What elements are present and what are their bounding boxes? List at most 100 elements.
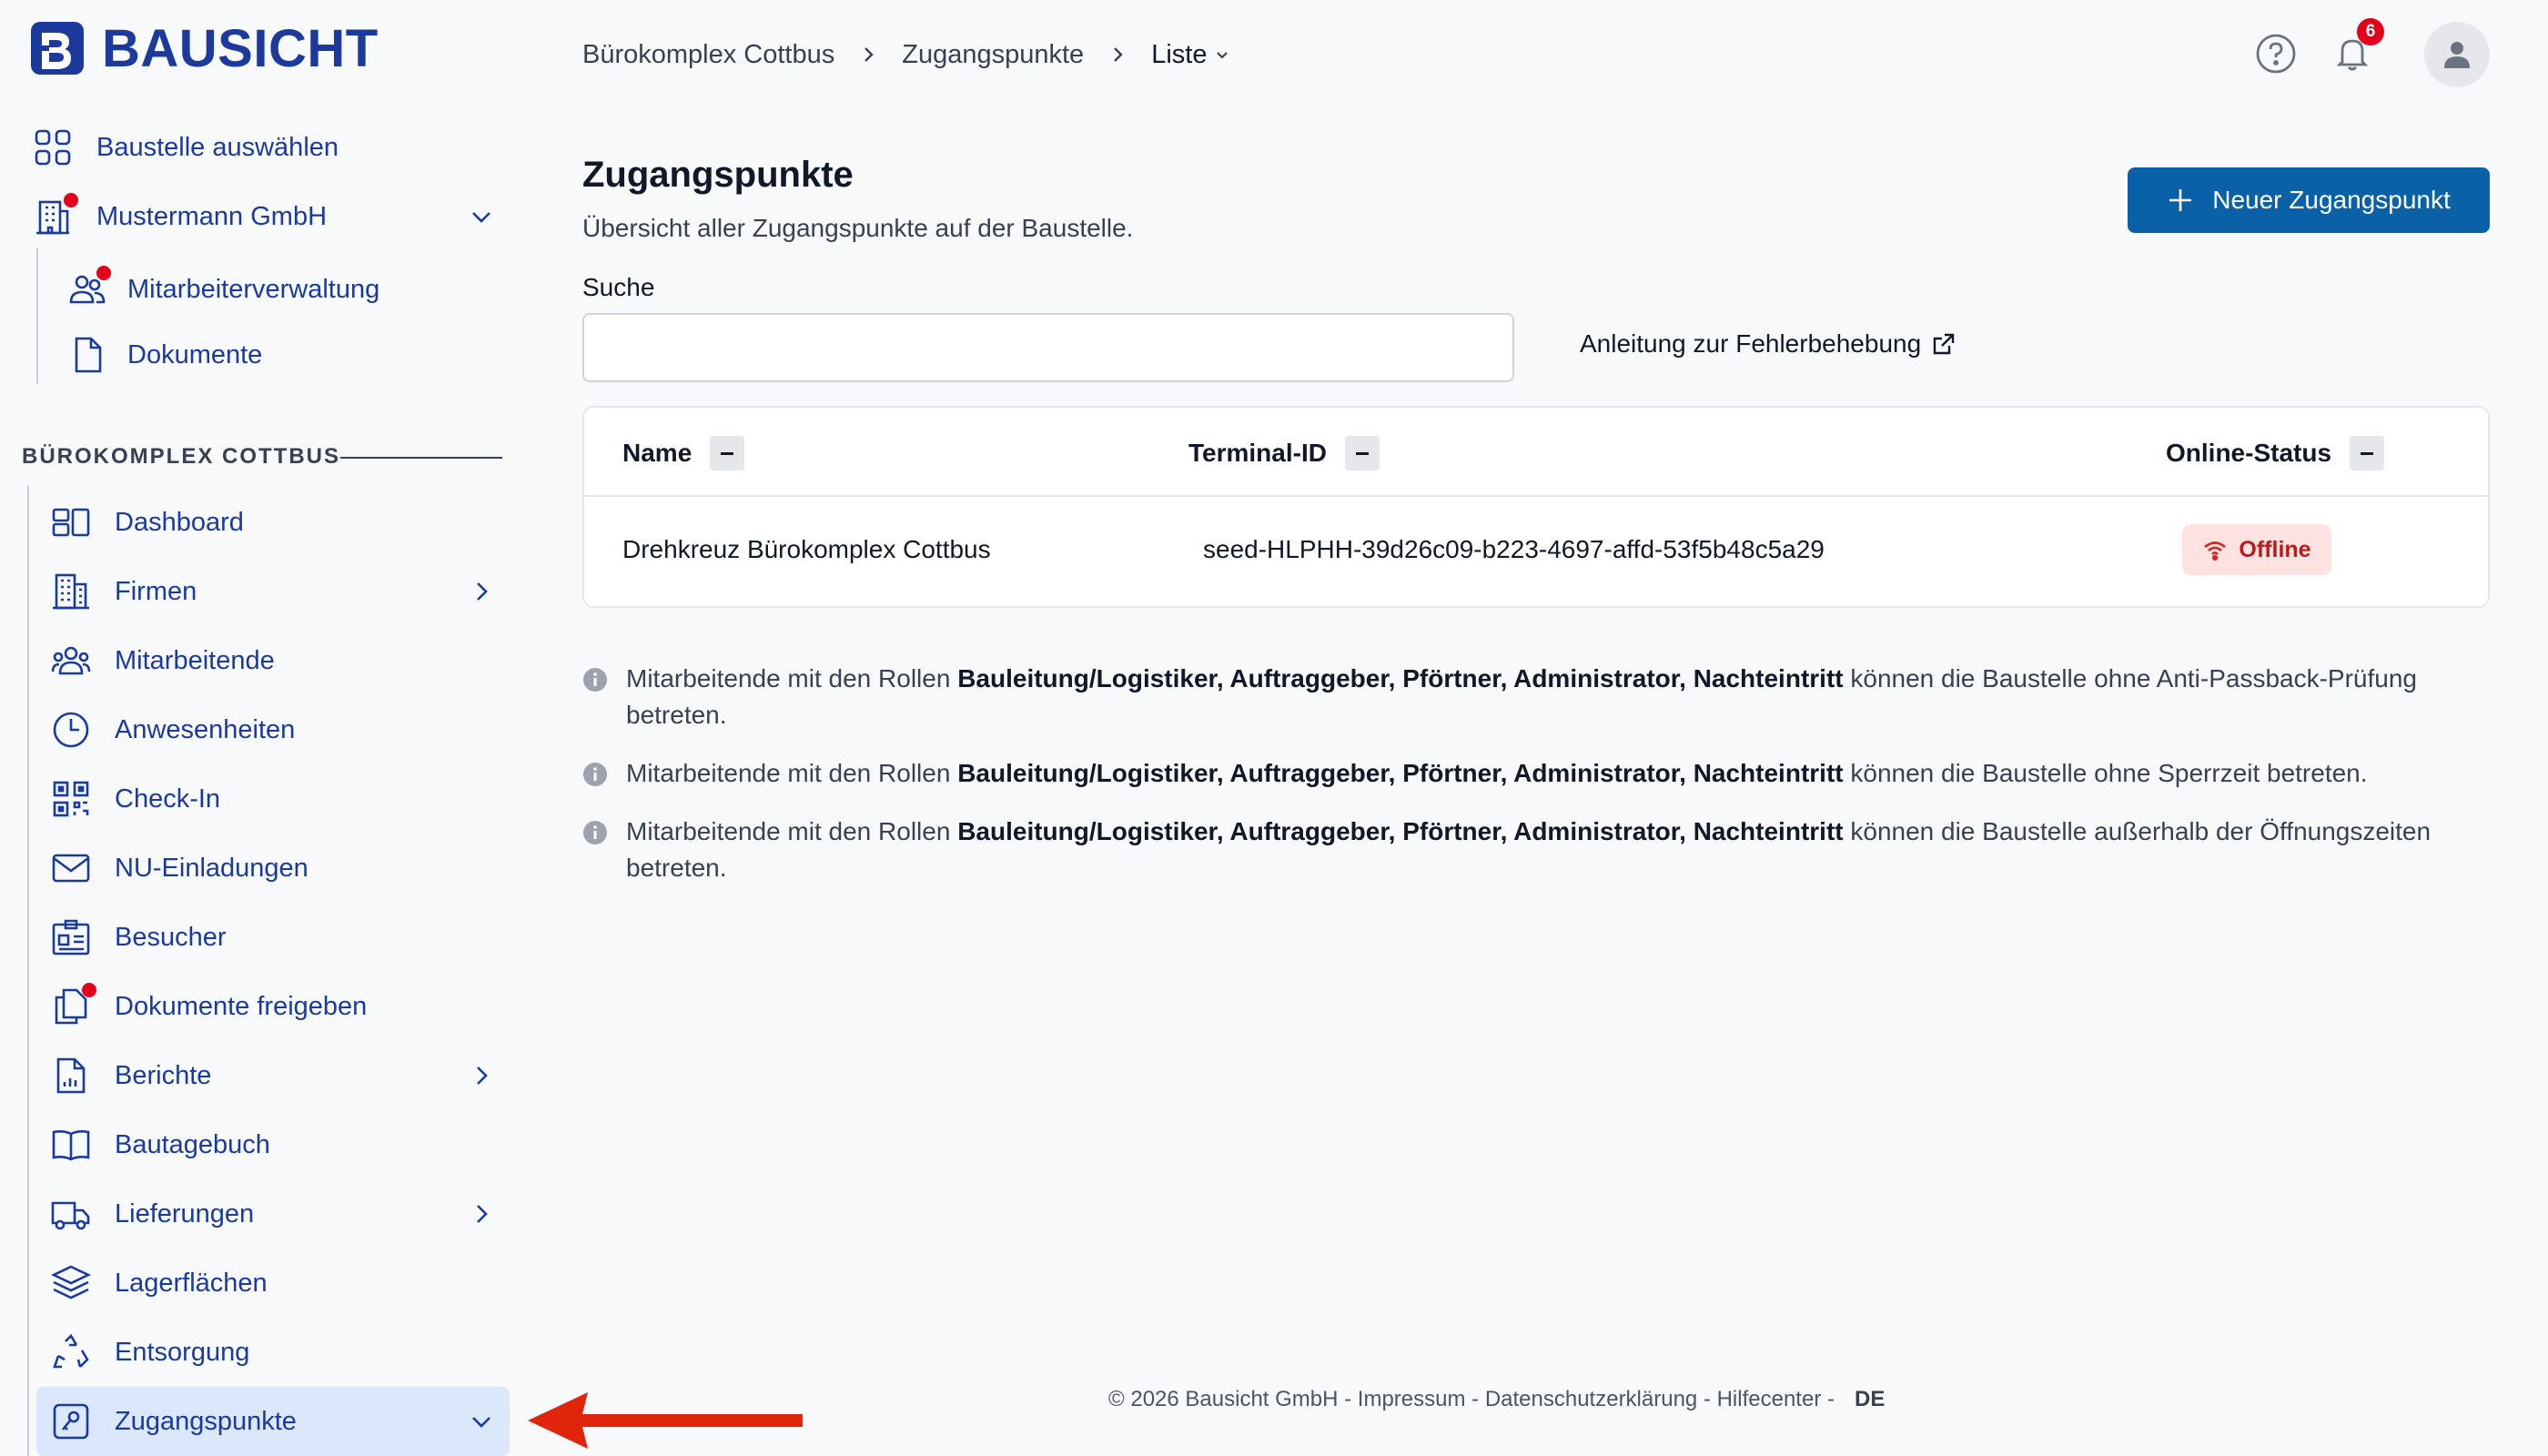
sidebar-item-companies[interactable]: Firmen	[51, 571, 495, 612]
page-subtitle: Übersicht aller Zugangspunkte auf der Ba…	[582, 214, 1134, 242]
chevron-right-icon	[1114, 47, 1123, 62]
note-prefix: Mitarbeitende mit den Rollen	[626, 759, 958, 787]
sort-button[interactable]	[2350, 436, 2385, 470]
info-note-text: Mitarbeitende mit den Rollen Bauleitung/…	[626, 755, 2368, 792]
brand-logo[interactable]: BAUSICHT	[29, 18, 379, 78]
sidebar: BAUSICHT Baustelle auswählen Mustermann …	[0, 0, 523, 1456]
info-note-text: Mitarbeitende mit den Rollen Bauleitung/…	[626, 661, 2493, 733]
info-note: Mitarbeitende mit den Rollen Bauleitung/…	[582, 814, 2493, 886]
sidebar-item-check-in[interactable]: Check-In	[51, 779, 220, 819]
sidebar-item-share-documents[interactable]: Dokumente freigeben	[51, 983, 368, 1026]
sidebar-item-label: Zugangspunkte	[115, 1406, 297, 1436]
sidebar-item-label: Lieferungen	[115, 1198, 255, 1228]
notification-dot	[64, 193, 78, 207]
sort-button[interactable]	[710, 436, 745, 470]
new-access-point-label: Neuer Zugangspunkt	[2212, 186, 2451, 214]
users-icon	[67, 266, 111, 309]
sidebar-item-label: Anwesenheiten	[115, 714, 296, 744]
office-building-icon	[51, 571, 91, 612]
book-icon	[51, 1125, 91, 1165]
grid-icon	[33, 127, 73, 167]
footer-links[interactable]: © 2026 Bausicht GmbH - Impressum - Daten…	[1108, 1387, 1835, 1412]
chevron-down-icon[interactable]	[1214, 46, 1230, 63]
sub-nav-line	[36, 248, 38, 384]
sidebar-item-disposal[interactable]: Entsorgung	[51, 1332, 249, 1372]
info-note: Mitarbeitende mit den Rollen Bauleitung/…	[582, 755, 2493, 792]
access-points-table: Name Terminal-ID Online-Status Drehkreuz…	[582, 406, 2490, 608]
access-point-icon	[51, 1401, 91, 1441]
brand-name: BAUSICHT	[102, 18, 379, 78]
sidebar-item-documents[interactable]: Dokumente	[67, 335, 262, 375]
note-suffix: können die Baustelle ohne Sperrzeit betr…	[1843, 759, 2368, 787]
table-header-divider	[584, 495, 2488, 497]
chevron-down-icon[interactable]	[468, 1408, 495, 1435]
chevron-right-icon[interactable]	[468, 1062, 495, 1089]
sidebar-item-label: Entsorgung	[115, 1337, 250, 1367]
search-input[interactable]	[582, 313, 1514, 382]
sort-button[interactable]	[1344, 436, 1380, 470]
notification-count-badge: 6	[2357, 18, 2384, 46]
info-icon	[583, 821, 607, 844]
new-access-point-button[interactable]: Neuer Zugangspunkt	[2128, 167, 2490, 233]
user-icon	[2444, 42, 2470, 68]
sidebar-item-label: Mustermann GmbH	[96, 201, 328, 231]
sidebar-item-dashboard[interactable]: Dashboard	[51, 502, 244, 542]
troubleshooting-link[interactable]: Anleitung zur Fehlerbehebung	[1580, 329, 1957, 359]
footer: © 2026 Bausicht GmbH - Impressum - Daten…	[1108, 1387, 1885, 1412]
note-prefix: Mitarbeitende mit den Rollen	[626, 664, 958, 693]
info-icon	[583, 668, 607, 692]
chevron-right-icon[interactable]	[468, 578, 495, 605]
sidebar-item-construction-diary[interactable]: Bautagebuch	[51, 1125, 270, 1165]
sidebar-item-attendance[interactable]: Anwesenheiten	[51, 710, 295, 750]
column-header-label: Terminal-ID	[1188, 439, 1327, 467]
language-switch[interactable]: DE	[1855, 1387, 1885, 1412]
sidebar-item-label: Check-In	[115, 784, 221, 814]
minus-icon	[721, 451, 734, 455]
sidebar-item-deliveries[interactable]: Lieferungen	[51, 1194, 495, 1234]
user-group-icon	[51, 641, 91, 681]
note-roles: Bauleitung/Logistiker, Auftraggeber, Pfö…	[957, 664, 1844, 693]
documents-icon	[51, 983, 96, 1026]
help-icon[interactable]	[2255, 33, 2297, 75]
sidebar-item-label: Dokumente freigeben	[115, 991, 368, 1021]
status-label: Offline	[2239, 536, 2311, 562]
sidebar-item-storage-areas[interactable]: Lagerflächen	[51, 1263, 268, 1303]
sidebar-item-visitors[interactable]: Besucher	[51, 917, 227, 957]
troubleshooting-link-label: Anleitung zur Fehlerbehebung	[1580, 329, 1922, 358]
chevron-right-icon[interactable]	[468, 1200, 495, 1228]
sidebar-item-reports[interactable]: Berichte	[51, 1056, 495, 1096]
minus-icon	[1355, 451, 1369, 455]
avatar[interactable]	[2424, 22, 2490, 87]
sidebar-item-label: Dokumente	[127, 339, 263, 369]
sidebar-item-employees[interactable]: Mitarbeitende	[51, 641, 275, 681]
note-roles: Bauleitung/Logistiker, Auftraggeber, Pfö…	[957, 817, 1844, 845]
column-header-online-status[interactable]: Online-Status	[2166, 435, 2385, 471]
sidebar-item-employee-management[interactable]: Mitarbeiterverwaltung	[67, 266, 380, 309]
column-header-terminal-id[interactable]: Terminal-ID	[1188, 435, 1380, 471]
sidebar-item-label: Mitarbeiterverwaltung	[127, 274, 380, 304]
note-roles: Bauleitung/Logistiker, Auftraggeber, Pfö…	[957, 759, 1844, 787]
status-badge: Offline	[2182, 524, 2331, 575]
breadcrumb-current[interactable]: Liste	[1151, 40, 1207, 70]
sidebar-item-label: Bautagebuch	[115, 1129, 270, 1159]
breadcrumb-site[interactable]: Bürokomplex Cottbus	[582, 40, 834, 70]
chevron-down-icon[interactable]	[468, 203, 495, 230]
column-header-label: Name	[622, 439, 693, 467]
sidebar-item-label: Dashboard	[115, 507, 244, 537]
recycle-icon	[51, 1332, 91, 1372]
sidebar-item-label: Firmen	[115, 576, 197, 606]
plus-icon	[2169, 189, 2192, 211]
notification-dot	[82, 983, 96, 997]
breadcrumb-access-points[interactable]: Zugangspunkte	[902, 40, 1084, 70]
sidebar-item-label: Berichte	[115, 1060, 212, 1090]
wifi-off-icon	[2204, 541, 2227, 561]
sidebar-item-company[interactable]: Mustermann GmbH	[33, 193, 495, 237]
red-arrow-annotation	[528, 1392, 803, 1449]
column-header-name[interactable]: Name	[622, 435, 745, 471]
sidebar-item-label: NU-Einladungen	[115, 853, 308, 883]
sidebar-item-nu-invitations[interactable]: NU-Einladungen	[51, 848, 308, 888]
report-icon	[51, 1056, 91, 1096]
sidebar-item-access-points[interactable]: Zugangspunkte	[51, 1401, 495, 1441]
breadcrumb: Bürokomplex Cottbus Zugangspunkte Liste	[582, 36, 1230, 73]
sidebar-item-select-site[interactable]: Baustelle auswählen	[33, 127, 339, 167]
